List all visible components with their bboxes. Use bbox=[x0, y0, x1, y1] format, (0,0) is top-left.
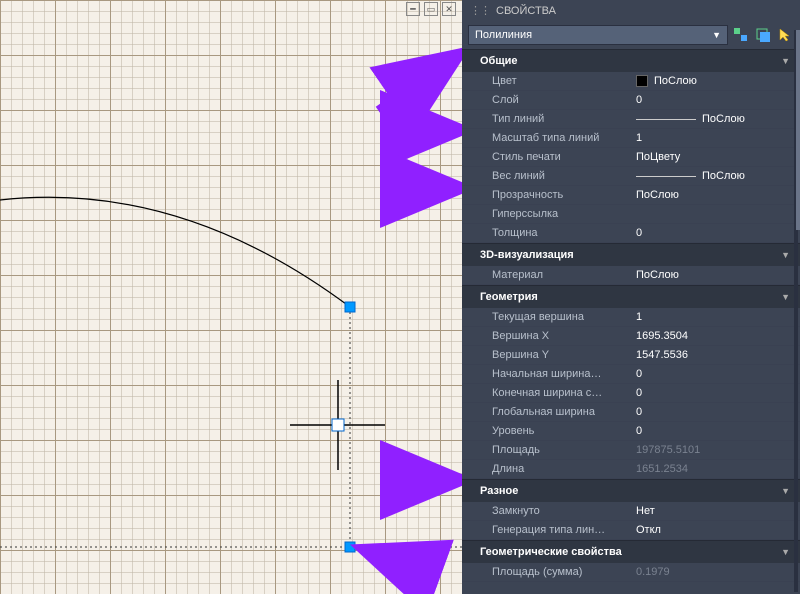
drawing-svg bbox=[0, 0, 462, 594]
section-3dviz-header[interactable]: 3D-визуализация ▼ bbox=[462, 243, 800, 266]
chevron-down-icon: ▼ bbox=[712, 30, 721, 40]
panel-title: СВОЙСТВА bbox=[496, 5, 556, 17]
drawing-canvas[interactable]: ━ ▭ ✕ bbox=[0, 0, 462, 594]
prop-row-vertex-y[interactable]: Вершина Y1547.5536 bbox=[462, 346, 800, 365]
color-swatch-icon bbox=[636, 75, 648, 87]
prop-row-hyperlink[interactable]: Гиперссылка bbox=[462, 205, 800, 224]
scrollbar-thumb[interactable] bbox=[796, 30, 800, 230]
quick-select-icon[interactable] bbox=[732, 26, 750, 44]
chevron-down-icon: ▼ bbox=[781, 486, 790, 496]
section-title: Разное bbox=[480, 485, 518, 497]
prop-row-material[interactable]: МатериалПоСлою bbox=[462, 266, 800, 285]
prop-row-global-width[interactable]: Глобальная ширина0 bbox=[462, 403, 800, 422]
prop-row-plotstyle[interactable]: Стиль печатиПоЦвету bbox=[462, 148, 800, 167]
prop-row-end-width[interactable]: Конечная ширина с…0 bbox=[462, 384, 800, 403]
section-geomprops-header[interactable]: Геометрические свойства ▼ bbox=[462, 540, 800, 563]
chevron-down-icon: ▼ bbox=[781, 547, 790, 557]
panel-title-bar[interactable]: ⋮⋮ СВОЙСТВА bbox=[462, 0, 800, 23]
prop-row-elevation[interactable]: Уровень0 bbox=[462, 422, 800, 441]
vertex-handle[interactable] bbox=[345, 302, 355, 312]
section-title: Геометрия bbox=[480, 291, 538, 303]
prop-row-start-width[interactable]: Начальная ширина…0 bbox=[462, 365, 800, 384]
prop-row-lineweight[interactable]: Вес линийПоСлою bbox=[462, 167, 800, 186]
line-preview-icon bbox=[636, 176, 696, 177]
prop-row-length: Длина1651.2534 bbox=[462, 460, 800, 479]
section-misc-header[interactable]: Разное ▼ bbox=[462, 479, 800, 502]
cursor-pickbox bbox=[332, 419, 344, 431]
chevron-down-icon: ▼ bbox=[781, 56, 790, 66]
object-type-select[interactable]: Полилиния ▼ bbox=[468, 25, 728, 45]
toggle-pick-icon[interactable] bbox=[754, 26, 772, 44]
prop-row-thickness[interactable]: Толщина0 bbox=[462, 224, 800, 243]
chevron-down-icon: ▼ bbox=[781, 250, 790, 260]
section-general-header[interactable]: Общие ▼ bbox=[462, 49, 800, 72]
object-type-value: Полилиния bbox=[475, 29, 532, 41]
prop-row-linetype[interactable]: Тип линийПоСлою bbox=[462, 110, 800, 129]
line-preview-icon bbox=[636, 119, 696, 120]
properties-panel: ⋮⋮ СВОЙСТВА Полилиния ▼ Общие ▼ ЦветПоСл… bbox=[462, 0, 800, 594]
section-title: 3D-визуализация bbox=[480, 249, 574, 261]
prop-row-closed[interactable]: ЗамкнутоНет bbox=[462, 502, 800, 521]
section-geometry-header[interactable]: Геометрия ▼ bbox=[462, 285, 800, 308]
grip-dots-icon: ⋮⋮ bbox=[470, 4, 490, 17]
cursor-icon[interactable] bbox=[776, 26, 794, 44]
prop-row-linetype-scale[interactable]: Масштаб типа линий1 bbox=[462, 129, 800, 148]
section-title: Геометрические свойства bbox=[480, 546, 622, 558]
prop-row-transparency[interactable]: ПрозрачностьПоСлою bbox=[462, 186, 800, 205]
section-title: Общие bbox=[480, 55, 518, 67]
prop-row-area: Площадь197875.5101 bbox=[462, 441, 800, 460]
prop-row-color[interactable]: ЦветПоСлою bbox=[462, 72, 800, 91]
chevron-down-icon: ▼ bbox=[781, 292, 790, 302]
prop-row-linetype-gen[interactable]: Генерация типа лин…Откл bbox=[462, 521, 800, 540]
prop-row-vertex-x[interactable]: Вершина X1695.3504 bbox=[462, 327, 800, 346]
prop-row-layer[interactable]: Слой0 bbox=[462, 91, 800, 110]
vertex-handle[interactable] bbox=[345, 542, 355, 552]
prop-row-area-sum: Площадь (сумма)0.1979 bbox=[462, 563, 800, 582]
prop-row-current-vertex[interactable]: Текущая вершина1 bbox=[462, 308, 800, 327]
